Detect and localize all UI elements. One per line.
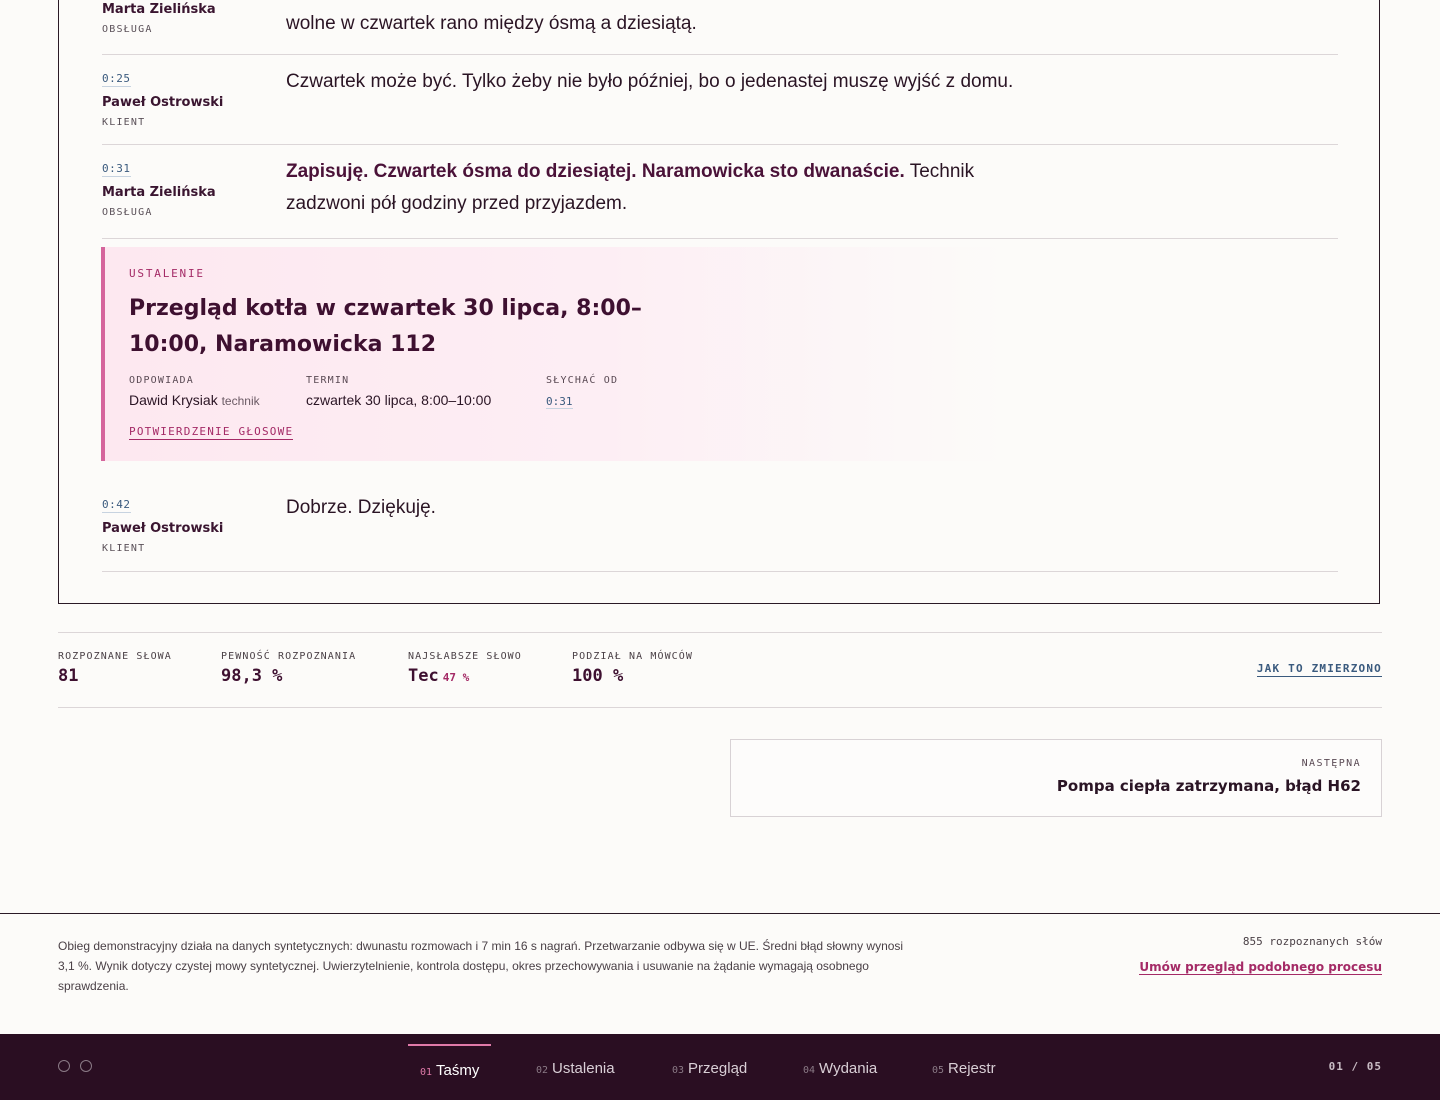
stat-label: ROZPOZNANE SŁOWA [58, 651, 172, 662]
footer-disclaimer: Obieg demonstracyjny działa na danych sy… [58, 939, 904, 993]
utterance-timestamp[interactable]: 0:31 [102, 162, 131, 177]
speaker-role: KLIENT [102, 543, 146, 554]
nav-tab-number: 02 [536, 1065, 549, 1076]
utterance-text-highlight: Zapisuję. Czwartek ósma do dziesiątej. N… [286, 161, 905, 182]
speaker-role: OBSŁUGA [102, 207, 153, 218]
nav-tab-number: 05 [932, 1065, 945, 1076]
stat-value: 98,3 % [221, 666, 283, 686]
stat-weakest-word: NAJSŁABSZE SŁOWO Tec 47 % [408, 651, 522, 686]
transcript-utterance: Marta Zielińska OBSŁUGA wolne w czwartek… [102, 0, 1338, 55]
nav-tab-label: Przegląd [688, 1060, 748, 1077]
nav-tab-przeglad[interactable]: 03 Przegląd [660, 1044, 759, 1100]
utterance-text: Zapisuję. Czwartek ósma do dziesiątej. N… [286, 156, 1026, 220]
speaker-role: KLIENT [102, 117, 146, 128]
how-measured-link[interactable]: JAK TO ZMIERZONO [1256, 662, 1382, 677]
nav-tab-label: Taśmy [436, 1062, 480, 1079]
utterance-text: Czwartek może być. Tylko żeby nie było p… [286, 71, 1014, 92]
stat-value: Tec 47 % [408, 666, 522, 686]
page-indicator: 01 / 05 [1328, 1060, 1382, 1073]
stat-label: PEWNOŚĆ ROZPOZNANIA [221, 651, 357, 662]
nav-tab-number: 03 [672, 1065, 685, 1076]
stat-label: NAJSŁABSZE SŁOWO [408, 651, 522, 662]
book-review-link[interactable]: Umów przegląd podobnego procesu [1139, 960, 1382, 975]
owner-name: Dawid Krysiak [129, 392, 218, 408]
utterance-text: Dobrze. Dziękuję. [286, 497, 436, 518]
voice-confirmation-link[interactable]: POTWIERDZENIE GŁOSOWE [129, 425, 294, 440]
utterance-text: wolne w czwartek rano między ósmą a dzie… [286, 13, 697, 34]
nav-tab-ustalenia[interactable]: 02 Ustalenia [524, 1044, 627, 1100]
nav-tab-label: Ustalenia [552, 1060, 615, 1077]
recognition-stats: ROZPOZNANE SŁOWA 81 PEWNOŚĆ ROZPOZNANIA … [58, 632, 1382, 708]
speaker-role: OBSŁUGA [102, 24, 153, 35]
nav-tab-rejestr[interactable]: 05 Rejestr [920, 1044, 1008, 1100]
recognized-words-count: 855 rozpoznanych słów [1242, 935, 1382, 948]
circle-icon[interactable] [80, 1060, 92, 1072]
term-value: czwartek 30 lipca, 8:00–10:00 [306, 392, 492, 408]
heard-from-label: SŁYCHAĆ OD [546, 375, 619, 386]
next-label: NASTĘPNA [1301, 758, 1361, 769]
owner-label: ODPOWIADA [129, 375, 194, 386]
nav-tab-number: 01 [420, 1067, 433, 1078]
stat-speaker-split: PODZIAŁ NA MÓWCÓW 100 % [572, 651, 693, 686]
nav-tab-label: Wydania [819, 1060, 878, 1077]
circle-icon[interactable] [58, 1060, 70, 1072]
finding-tag: USTALENIE [129, 267, 205, 280]
speaker-name: Paweł Ostrowski [102, 95, 224, 110]
next-title: Pompa ciepła zatrzymana, błąd H62 [1056, 777, 1361, 795]
utterance-timestamp[interactable]: 0:25 [102, 72, 131, 87]
speaker-name: Paweł Ostrowski [102, 521, 224, 536]
weakest-word: Tec [408, 666, 439, 686]
stat-value: 100 % [572, 666, 624, 686]
nav-tab-number: 04 [803, 1065, 816, 1076]
footer: Obieg demonstracyjny działa na danych sy… [0, 913, 1440, 1035]
stat-recognized-words: ROZPOZNANE SŁOWA 81 [58, 651, 172, 686]
finding-card: USTALENIE Przegląd kotła w czwartek 30 l… [101, 247, 1005, 461]
finding-title: Przegląd kotła w czwartek 30 lipca, 8:00… [129, 296, 642, 357]
nav-tab-wydania[interactable]: 04 Wydania [791, 1044, 889, 1100]
transcript-utterance: 0:25 Paweł Ostrowski KLIENT Czwartek moż… [102, 54, 1338, 145]
heard-from-timestamp[interactable]: 0:31 [546, 395, 573, 409]
owner-role: technik [221, 394, 260, 408]
utterance-timestamp[interactable]: 0:42 [102, 498, 131, 513]
transcript-utterance: 0:42 Paweł Ostrowski KLIENT Dobrze. Dzię… [102, 478, 1338, 572]
stat-label: PODZIAŁ NA MÓWCÓW [572, 651, 694, 662]
stat-confidence: PEWNOŚĆ ROZPOZNANIA 98,3 % [221, 651, 356, 686]
next-recording-card[interactable]: NASTĘPNA Pompa ciepła zatrzymana, błąd H… [730, 739, 1382, 817]
speaker-name: Marta Zielińska [102, 185, 216, 200]
transcript-utterance: 0:31 Marta Zielińska OBSŁUGA Zapisuję. C… [102, 144, 1338, 239]
speaker-name: Marta Zielińska [102, 2, 216, 17]
stat-value: 81 [58, 666, 79, 686]
term-label: TERMIN [306, 375, 350, 386]
weakest-word-confidence: 47 % [442, 671, 470, 684]
owner-value: Dawid Krysiak technik [129, 392, 260, 408]
nav-tab-label: Rejestr [948, 1060, 996, 1077]
bottom-nav-bar: 01 Taśmy 02 Ustalenia 03 Przegląd 04 Wydania… [0, 1034, 1440, 1100]
nav-tab-tasmy[interactable]: 01 Taśmy [408, 1044, 492, 1100]
